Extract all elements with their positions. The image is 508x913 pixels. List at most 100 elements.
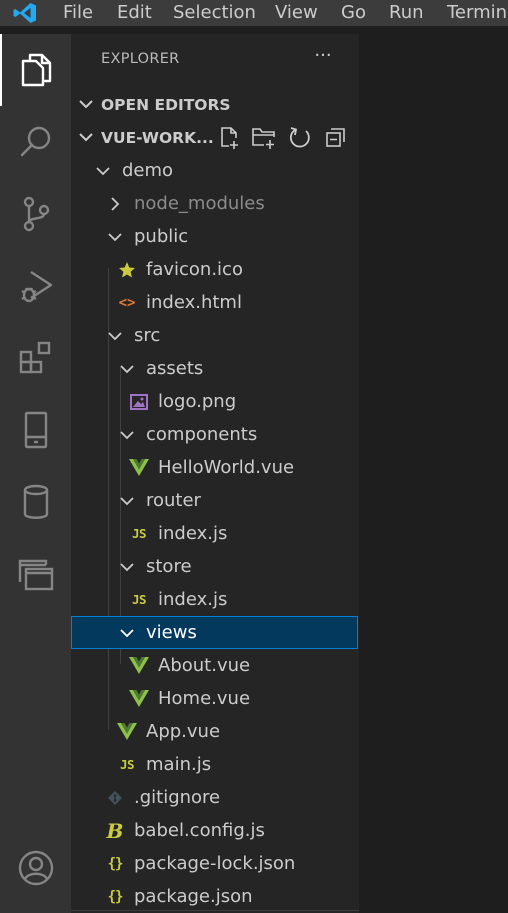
run-debug-icon[interactable] bbox=[0, 250, 71, 322]
tree-file-gitignore[interactable]: .gitignore bbox=[71, 781, 358, 814]
tree-label: favicon.ico bbox=[146, 259, 243, 280]
tree-file-package-lock[interactable]: {} package-lock.json bbox=[71, 847, 358, 880]
divider bbox=[71, 910, 359, 911]
tree-label: router bbox=[146, 490, 201, 511]
tree-file-babel-config[interactable]: B babel.config.js bbox=[71, 814, 358, 847]
editor-area[interactable] bbox=[359, 34, 508, 913]
collapse-all-icon[interactable] bbox=[322, 124, 350, 152]
chevron-down-icon bbox=[119, 418, 135, 451]
tree-label: package.json bbox=[134, 886, 253, 907]
chevron-down-icon bbox=[119, 352, 135, 385]
remote-window-icon[interactable] bbox=[0, 538, 71, 610]
menu-view[interactable]: View bbox=[275, 1, 318, 25]
menu-run[interactable]: Run bbox=[389, 1, 424, 25]
js-icon: JS bbox=[119, 757, 135, 772]
activity-bar bbox=[0, 34, 71, 913]
js-icon: JS bbox=[131, 526, 147, 541]
tree-label: babel.config.js bbox=[134, 820, 265, 841]
chevron-down-icon bbox=[95, 154, 111, 187]
tree-label: public bbox=[134, 226, 189, 247]
tree-label: index.js bbox=[158, 523, 228, 544]
tree-folder-demo[interactable]: demo bbox=[71, 154, 358, 187]
tree-folder-public[interactable]: public bbox=[71, 220, 358, 253]
tree-file-package-json[interactable]: {} package.json bbox=[71, 880, 358, 913]
tree-label: src bbox=[134, 325, 161, 346]
chevron-down-icon bbox=[107, 319, 123, 352]
menu-terminal[interactable]: Terminal bbox=[447, 1, 508, 25]
vue-icon bbox=[129, 451, 149, 484]
chevron-down-icon bbox=[79, 133, 93, 142]
tree-file-favicon[interactable]: favicon.ico bbox=[71, 253, 358, 286]
tree-folder-assets[interactable]: assets bbox=[71, 352, 358, 385]
js-icon: JS bbox=[131, 592, 147, 607]
menu-file[interactable]: File bbox=[63, 1, 93, 25]
refresh-icon[interactable] bbox=[286, 124, 314, 152]
json-icon: {} bbox=[107, 855, 124, 872]
tree-label: demo bbox=[122, 160, 174, 181]
tree-file-helloworld[interactable]: HelloWorld.vue bbox=[71, 451, 358, 484]
remote-explorer-icon[interactable] bbox=[0, 394, 71, 466]
tree-label: HelloWorld.vue bbox=[158, 457, 295, 478]
tree-folder-views[interactable]: views bbox=[71, 616, 358, 649]
image-icon bbox=[129, 385, 149, 418]
open-editors-title: OPEN EDITORS bbox=[101, 96, 231, 114]
title-bar: File Edit Selection View Go Run Terminal bbox=[0, 0, 508, 26]
menu-go[interactable]: Go bbox=[341, 1, 366, 25]
vscode-logo-icon bbox=[12, 2, 38, 24]
babel-icon: B bbox=[106, 818, 124, 843]
vue-icon bbox=[129, 682, 149, 715]
tree-file-router-index-js[interactable]: JS index.js bbox=[71, 517, 358, 550]
chevron-down-icon bbox=[119, 484, 135, 517]
new-folder-icon[interactable] bbox=[250, 124, 278, 152]
tree-label: components bbox=[146, 424, 258, 445]
star-icon bbox=[117, 253, 137, 286]
open-editors-section[interactable]: OPEN EDITORS bbox=[71, 88, 359, 121]
tree-label: node_modules bbox=[134, 193, 265, 214]
chevron-down-icon bbox=[119, 550, 135, 583]
tree-folder-src[interactable]: src bbox=[71, 319, 358, 352]
chevron-down-icon bbox=[107, 220, 123, 253]
tree-label: .gitignore bbox=[134, 787, 221, 808]
tree-folder-components[interactable]: components bbox=[71, 418, 358, 451]
tree-folder-router[interactable]: router bbox=[71, 484, 358, 517]
tree-label: store bbox=[146, 556, 192, 577]
workspace-section[interactable]: VUE-WORK... bbox=[71, 121, 359, 154]
tree-label: Home.vue bbox=[158, 688, 251, 709]
tree-label: About.vue bbox=[158, 655, 251, 676]
chevron-down-icon bbox=[79, 100, 93, 109]
chevron-down-icon bbox=[119, 616, 135, 649]
tree-file-store-index-js[interactable]: JS index.js bbox=[71, 583, 358, 616]
tree-folder-node-modules[interactable]: node_modules bbox=[71, 187, 358, 220]
vue-icon bbox=[129, 649, 149, 682]
tree-file-app[interactable]: App.vue bbox=[71, 715, 358, 748]
tree-file-about[interactable]: About.vue bbox=[71, 649, 358, 682]
workspace-title: VUE-WORK... bbox=[101, 129, 214, 147]
source-control-icon[interactable] bbox=[0, 178, 71, 250]
git-icon bbox=[105, 781, 125, 814]
vue-icon bbox=[117, 715, 137, 748]
html-icon: <> bbox=[118, 294, 136, 311]
account-icon[interactable] bbox=[0, 832, 71, 904]
tree-label: views bbox=[146, 622, 197, 643]
tree-file-main-js[interactable]: JS main.js bbox=[71, 748, 358, 781]
new-file-icon[interactable] bbox=[216, 124, 244, 152]
menu-selection[interactable]: Selection bbox=[173, 1, 256, 25]
tree-file-index-html[interactable]: <> index.html bbox=[71, 286, 358, 319]
tree-label: logo.png bbox=[158, 391, 237, 412]
tree-label: index.html bbox=[146, 292, 242, 313]
tree-label: assets bbox=[146, 358, 204, 379]
tree-label: package-lock.json bbox=[134, 853, 296, 874]
tree-file-home[interactable]: Home.vue bbox=[71, 682, 358, 715]
tree-folder-store[interactable]: store bbox=[71, 550, 358, 583]
explorer-icon[interactable] bbox=[0, 34, 71, 106]
tree-file-logo[interactable]: logo.png bbox=[71, 385, 358, 418]
search-icon[interactable] bbox=[0, 106, 71, 178]
tree-label: main.js bbox=[146, 754, 212, 775]
explorer-sidebar: EXPLORER ··· OPEN EDITORS VUE-WORK... de… bbox=[71, 34, 359, 913]
more-actions-button[interactable]: ··· bbox=[311, 46, 335, 70]
menu-edit[interactable]: Edit bbox=[117, 1, 152, 25]
database-icon[interactable] bbox=[0, 466, 71, 538]
extensions-icon[interactable] bbox=[0, 322, 71, 394]
tree-label: index.js bbox=[158, 589, 228, 610]
explorer-header: EXPLORER bbox=[101, 51, 180, 67]
